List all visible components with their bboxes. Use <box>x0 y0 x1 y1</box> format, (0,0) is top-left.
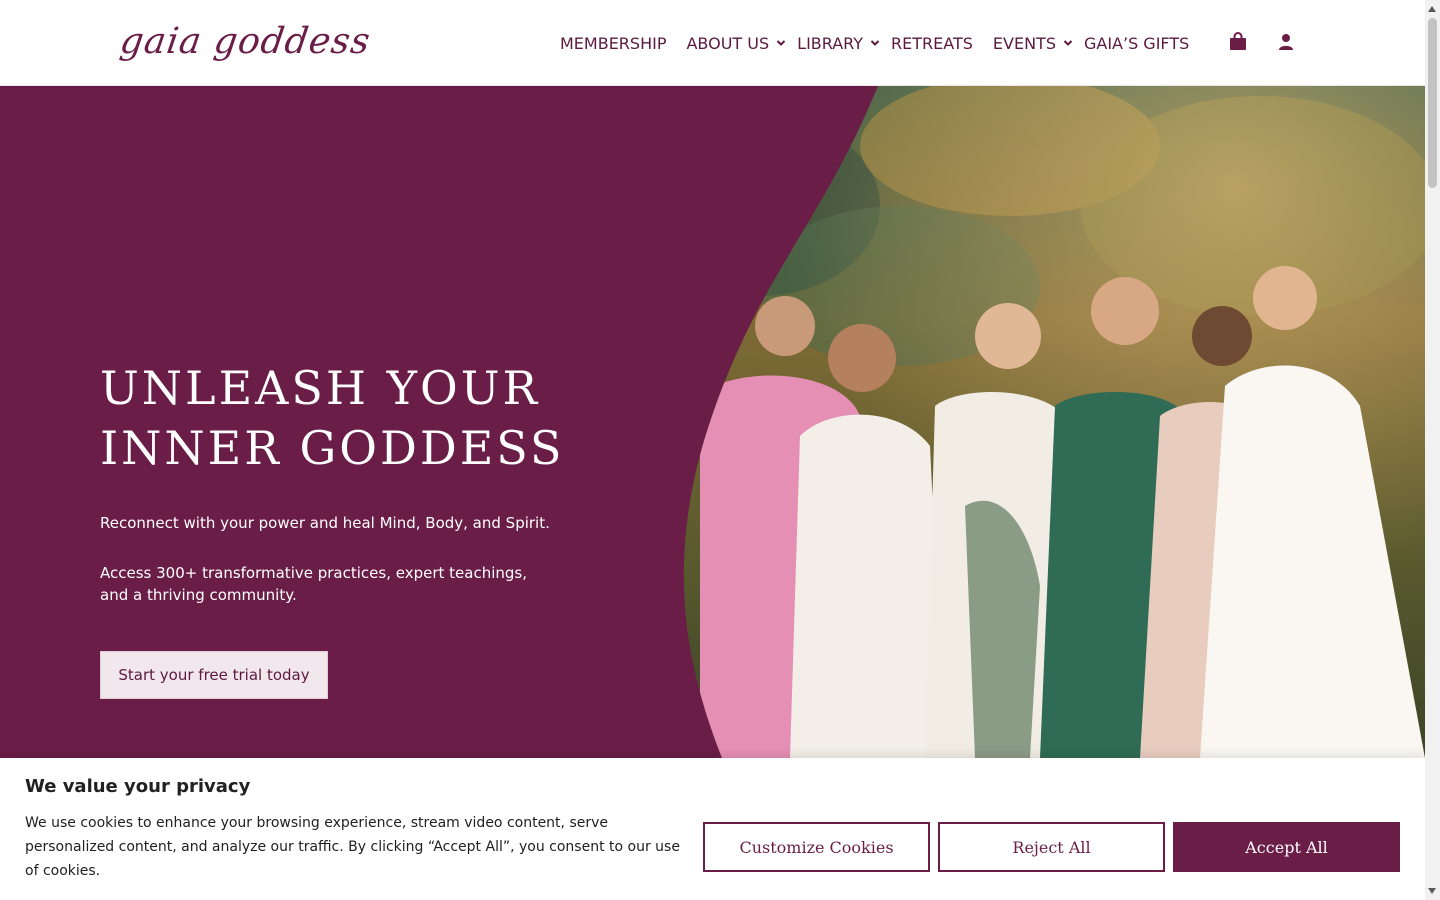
scroll-down-arrow-icon[interactable] <box>1428 888 1436 894</box>
nav-item-label: RETREATS <box>891 33 973 53</box>
main-nav: MEMBERSHIP ABOUT US LIBRARY RETREATS EVE… <box>560 30 1209 56</box>
reject-all-button[interactable]: Reject All <box>938 822 1165 872</box>
hero-title-line-1: UNLEASH YOUR <box>100 361 541 415</box>
gaia-goddess-logo[interactable]: gaia goddess <box>116 14 373 74</box>
shopping-bag-icon[interactable] <box>1228 31 1248 53</box>
nav-item-about-us[interactable]: ABOUT US <box>686 30 787 56</box>
chevron-down-icon <box>1063 40 1073 46</box>
scrollbar-thumb[interactable] <box>1428 18 1437 188</box>
cookie-banner-title: We value your privacy <box>25 776 251 797</box>
accept-all-button[interactable]: Accept All <box>1173 822 1400 872</box>
nav-item-label: MEMBERSHIP <box>560 33 667 53</box>
hero-subtitle: Reconnect with your power and heal Mind,… <box>100 514 550 532</box>
hero-section: UNLEASH YOUR INNER GODDESS Reconnect wit… <box>0 86 1425 758</box>
nav-item-retreats[interactable]: RETREATS <box>891 30 973 56</box>
nav-item-gaias-gifts[interactable]: GAIA’S GIFTS <box>1084 30 1189 56</box>
nav-item-label: LIBRARY <box>797 33 864 53</box>
chevron-down-icon <box>870 40 880 46</box>
nav-item-events[interactable]: EVENTS <box>993 30 1074 56</box>
nav-item-membership[interactable]: MEMBERSHIP <box>560 30 666 56</box>
cookie-consent-banner: We value your privacy We use cookies to … <box>0 758 1425 900</box>
nav-item-label: GAIA’S GIFTS <box>1083 33 1190 53</box>
chevron-down-icon <box>776 40 786 46</box>
scroll-up-arrow-icon[interactable] <box>1428 6 1436 12</box>
nav-item-label: ABOUT US <box>686 33 770 53</box>
nav-item-label: EVENTS <box>992 33 1056 53</box>
site-header: gaia goddess MEMBERSHIP ABOUT US LIBRARY… <box>0 0 1425 86</box>
page-scrollbar[interactable] <box>1425 0 1440 900</box>
user-account-icon[interactable] <box>1276 31 1296 53</box>
hero-description: Access 300+ transformative practices, ex… <box>100 564 527 604</box>
hero-title-line-2: INNER GODDESS <box>100 421 565 475</box>
cookie-banner-text: We use cookies to enhance your browsing … <box>25 815 680 879</box>
customize-cookies-button[interactable]: Customize Cookies <box>703 822 930 872</box>
hero-title: UNLEASH YOUR INNER GODDESS <box>100 358 620 478</box>
start-free-trial-button[interactable]: Start your free trial today <box>100 651 328 699</box>
nav-item-library[interactable]: LIBRARY <box>797 30 881 56</box>
